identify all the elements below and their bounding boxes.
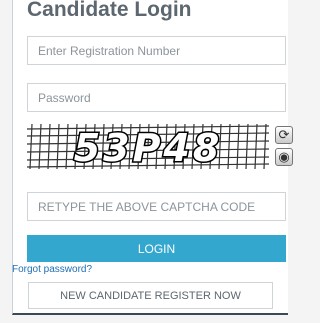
audio-icon[interactable]: ◉	[275, 148, 293, 166]
register-button[interactable]: NEW CANDIDATE REGISTER NOW	[28, 282, 273, 309]
page-title: Candidate Login	[27, 0, 192, 21]
login-button[interactable]: LOGIN	[27, 235, 286, 262]
captcha-image: 53P48	[27, 124, 269, 169]
captcha-code: 53P48	[74, 126, 223, 169]
password-input[interactable]	[27, 83, 286, 112]
refresh-icon[interactable]: ⟳	[275, 126, 293, 144]
forgot-password-link[interactable]: Forgot password?	[12, 264, 92, 275]
registration-number-input[interactable]	[27, 36, 286, 65]
captcha-input[interactable]	[27, 192, 286, 221]
